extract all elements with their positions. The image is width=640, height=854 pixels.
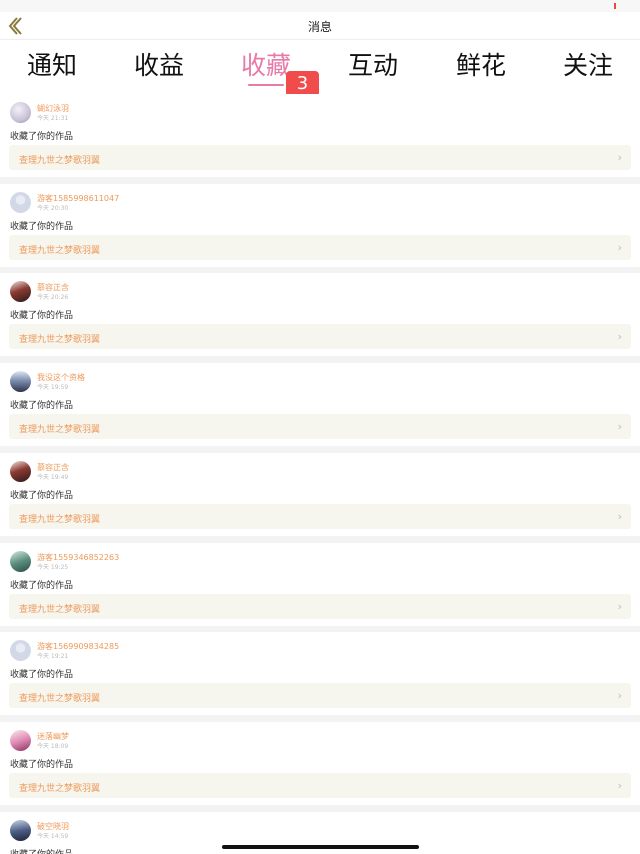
avatar[interactable] bbox=[10, 729, 31, 751]
chevron-right-icon: › bbox=[617, 420, 622, 434]
work-title: 查理九世之梦歌羽翼 bbox=[19, 425, 101, 436]
list-item[interactable]: 迷落幽梦 今天 18:09 收藏了你的作品 查理九世之梦歌羽翼 › bbox=[0, 721, 640, 805]
list-item[interactable]: 我没这个资格 今天 19:59 收藏了你的作品 查理九世之梦歌羽翼 › bbox=[0, 363, 640, 447]
action-text: 收藏了你的作品 bbox=[10, 221, 74, 232]
nav-bar: 消息 bbox=[0, 12, 640, 40]
work-title: 查理九世之梦歌羽翼 bbox=[19, 245, 101, 256]
avatar[interactable] bbox=[10, 460, 31, 482]
list-item[interactable]: 游客1559346852263 今天 19:25 收藏了你的作品 查理九世之梦歌… bbox=[0, 542, 640, 626]
chevron-right-icon: › bbox=[617, 599, 622, 613]
page-title: 消息 bbox=[307, 20, 332, 34]
work-title: 查理九世之梦歌羽翼 bbox=[19, 694, 101, 705]
favorites-list[interactable]: 蝴幻泳羽 今天 21:31 收藏了你的作品 查理九世之梦歌羽翼 › 游客1585… bbox=[0, 94, 640, 854]
avatar[interactable] bbox=[10, 281, 31, 303]
tab-favorites-label: 收藏 bbox=[240, 51, 291, 80]
work-link[interactable]: 查理九世之梦歌羽翼 › bbox=[9, 503, 631, 529]
avatar[interactable] bbox=[10, 371, 31, 393]
tab-flowers[interactable]: 鲜花 bbox=[441, 46, 521, 82]
avatar[interactable] bbox=[10, 819, 31, 841]
work-link[interactable]: 查理九世之梦歌羽翼 › bbox=[9, 324, 631, 350]
list-item[interactable]: 蝴幻泳羽 今天 21:31 收藏了你的作品 查理九世之梦歌羽翼 › bbox=[0, 94, 640, 177]
work-link[interactable]: 查理九世之梦歌羽翼 › bbox=[9, 772, 631, 798]
action-text: 收藏了你的作品 bbox=[10, 580, 74, 591]
tab-income[interactable]: 收益 bbox=[119, 46, 199, 82]
timestamp: 今天 14:59 bbox=[37, 832, 69, 840]
work-title: 查理九世之梦歌羽翼 bbox=[19, 156, 101, 166]
status-bar bbox=[0, 0, 640, 12]
timestamp: 今天 18:09 bbox=[37, 742, 69, 750]
timestamp: 今天 19:21 bbox=[37, 653, 69, 661]
tab-follow[interactable]: 关注 bbox=[548, 46, 628, 82]
tab-notify[interactable]: 通知 bbox=[12, 46, 92, 82]
chevron-right-icon: › bbox=[617, 151, 622, 164]
work-link[interactable]: 查理九世之梦歌羽翼 › bbox=[9, 414, 631, 440]
list-item[interactable]: 慕容正含 今天 19:49 收藏了你的作品 查理九世之梦歌羽翼 › bbox=[0, 452, 640, 536]
timestamp: 今天 20:26 bbox=[37, 294, 69, 302]
tab-bar: 通知 收益 收藏 互动 鲜花 关注 3 bbox=[0, 40, 640, 97]
home-indicator bbox=[222, 845, 419, 849]
work-link[interactable]: 查理九世之梦歌羽翼 › bbox=[9, 593, 631, 619]
timestamp: 今天 19:25 bbox=[37, 563, 69, 571]
timestamp: 今天 19:59 bbox=[37, 384, 69, 392]
action-text: 收藏了你的作品 bbox=[10, 401, 74, 412]
action-text: 收藏了你的作品 bbox=[10, 490, 74, 501]
work-title: 查理九世之梦歌羽翼 bbox=[19, 604, 101, 615]
work-title: 查理九世之梦歌羽翼 bbox=[19, 783, 101, 794]
list-item[interactable]: 游客1569909834285 今天 19:21 收藏了你的作品 查理九世之梦歌… bbox=[0, 632, 640, 716]
active-tab-underline bbox=[248, 84, 284, 86]
action-text: 收藏了你的作品 bbox=[10, 759, 74, 770]
work-title: 查理九世之梦歌羽翼 bbox=[19, 514, 101, 525]
chevron-right-icon: › bbox=[617, 330, 622, 344]
work-link[interactable]: 查理九世之梦歌羽翼 › bbox=[9, 234, 631, 260]
action-text: 收藏了你的作品 bbox=[10, 132, 74, 142]
avatar[interactable] bbox=[10, 550, 31, 572]
action-text: 收藏了你的作品 bbox=[10, 670, 74, 681]
chevron-right-icon: › bbox=[617, 509, 622, 523]
battery-icon bbox=[614, 3, 616, 9]
chevron-right-icon: › bbox=[617, 240, 622, 254]
avatar[interactable] bbox=[10, 640, 31, 662]
list-item[interactable]: 游客1585998611047 今天 20:30 收藏了你的作品 查理九世之梦歌… bbox=[0, 183, 640, 267]
timestamp: 今天 19:49 bbox=[37, 473, 69, 481]
timestamp: 今天 21:31 bbox=[37, 115, 69, 122]
work-link[interactable]: 查理九世之梦歌羽翼 › bbox=[9, 683, 631, 709]
work-title: 查理九世之梦歌羽翼 bbox=[19, 335, 101, 346]
action-text: 收藏了你的作品 bbox=[10, 311, 74, 322]
avatar[interactable] bbox=[10, 102, 31, 123]
work-link[interactable]: 查理九世之梦歌羽翼 › bbox=[9, 145, 631, 170]
chevron-right-icon: › bbox=[617, 689, 622, 703]
chevron-right-icon: › bbox=[617, 778, 622, 792]
list-item[interactable]: 慕容正含 今天 20:26 收藏了你的作品 查理九世之梦歌羽翼 › bbox=[0, 273, 640, 357]
tab-interaction[interactable]: 互动 bbox=[333, 46, 413, 82]
timestamp: 今天 20:30 bbox=[37, 204, 69, 212]
avatar[interactable] bbox=[10, 191, 31, 213]
action-text: 收藏了你的作品 bbox=[10, 847, 73, 854]
